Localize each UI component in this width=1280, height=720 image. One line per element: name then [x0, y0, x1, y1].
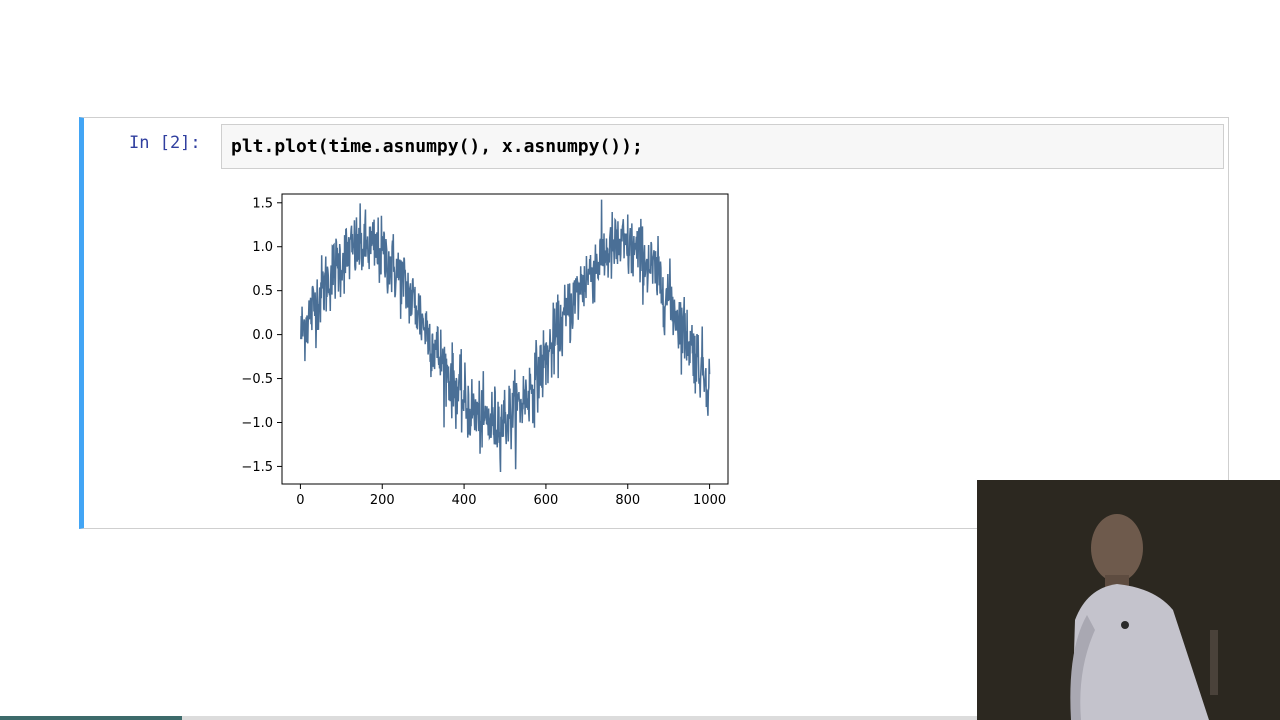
- input-prompt: In [2]:: [129, 133, 201, 153]
- y-tick-label: −0.5: [241, 372, 273, 387]
- webcam-overlay: [977, 480, 1280, 720]
- output-plot: 0 200 400 600 800 1000 −1.5 −1.0 −0.5 0.0 0.5 1.0 1…: [241, 193, 729, 508]
- x-tick-label: 200: [370, 493, 395, 508]
- x-tick-label: 0: [296, 493, 304, 508]
- x-tick-label: 600: [534, 493, 559, 508]
- code-editor[interactable]: plt.plot(time.asnumpy(), x.asnumpy());: [221, 124, 1224, 169]
- y-tick-label: −1.0: [241, 416, 273, 431]
- x-tick-label: 400: [452, 493, 477, 508]
- x-axis: 0 200 400 600 800 1000: [296, 484, 726, 508]
- code-line: plt.plot(time.asnumpy(), x.asnumpy());: [231, 136, 643, 157]
- y-tick-label: −1.5: [241, 460, 273, 475]
- y-tick-label: 1.5: [252, 196, 273, 211]
- y-tick-label: 1.0: [252, 240, 273, 255]
- x-tick-label: 1000: [693, 493, 726, 508]
- x-tick-label: 800: [615, 493, 640, 508]
- y-axis: −1.5 −1.0 −0.5 0.0 0.5 1.0 1.5: [241, 196, 282, 475]
- y-tick-label: 0.0: [252, 328, 273, 343]
- scrollbar-thumb[interactable]: [0, 716, 182, 720]
- presenter-head: [1091, 514, 1143, 582]
- y-tick-label: 0.5: [252, 284, 273, 299]
